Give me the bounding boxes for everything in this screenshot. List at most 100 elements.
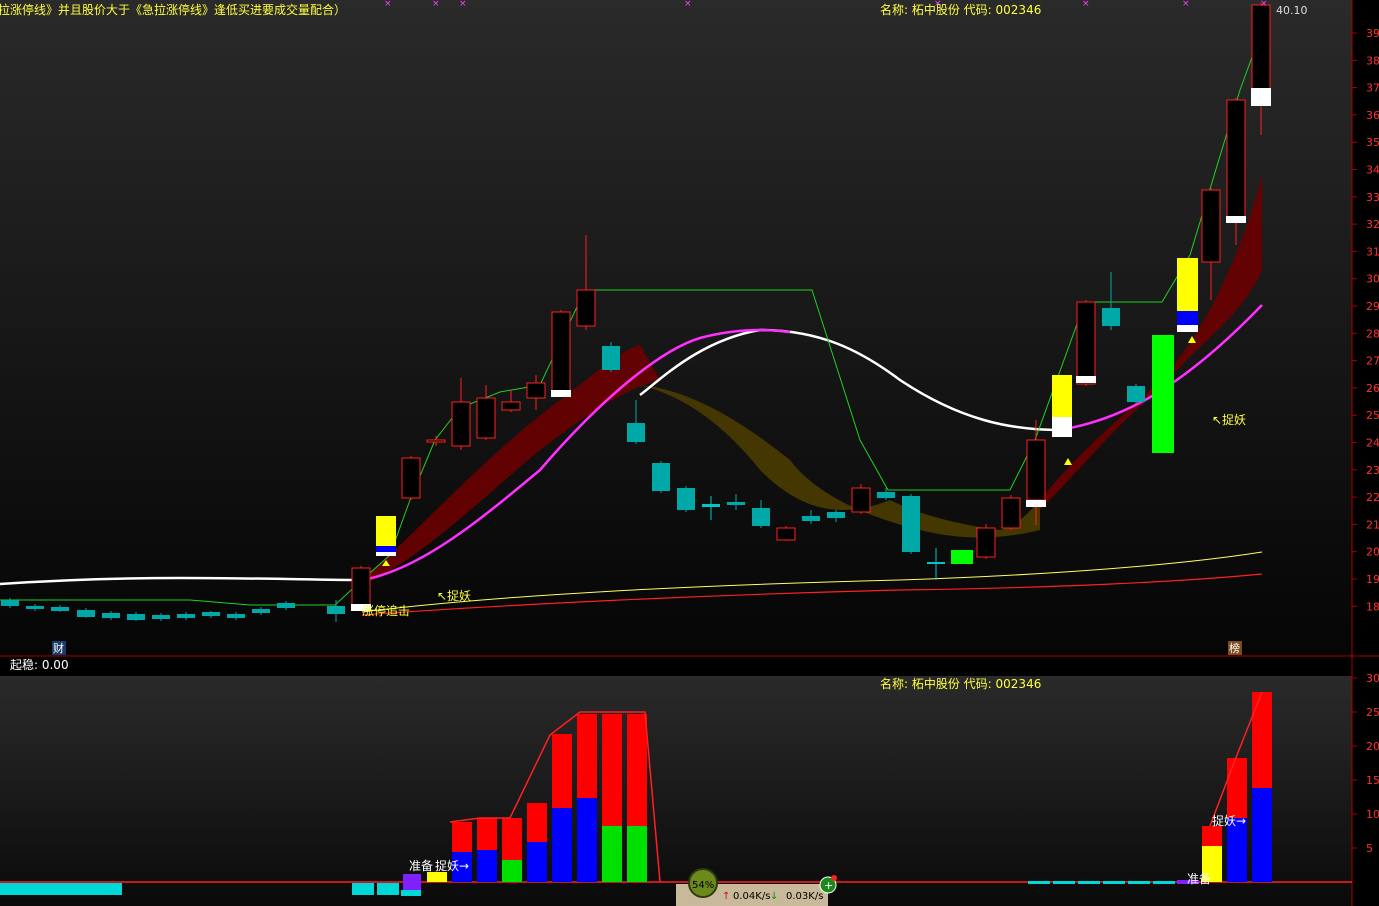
indicator-bar: [100, 883, 122, 895]
indicator-bar: [1028, 881, 1050, 884]
candle-body: [77, 610, 95, 617]
candle-body: [1226, 99, 1246, 223]
axis-tick-label: 32: [1366, 218, 1379, 231]
up-candle: [776, 526, 796, 541]
axis-tick-label: 20: [1366, 740, 1379, 753]
candle-body: [277, 603, 295, 608]
candle-body: [702, 504, 720, 507]
down-candle: [902, 494, 920, 554]
stack-bar-blue: [527, 842, 547, 882]
upload-speed: 0.04K/s: [733, 891, 770, 902]
indicator-bar: [1053, 881, 1075, 884]
candle-body: [976, 527, 996, 558]
candle-body: [351, 567, 371, 610]
axis-tick-label: 18: [1366, 600, 1379, 613]
axis-tick-label: 31: [1366, 245, 1379, 258]
candle-body: [102, 613, 120, 618]
finance-marker[interactable]: 财: [53, 641, 64, 655]
down-candle: [602, 342, 620, 372]
indicator-label: 起稳: 0.00: [10, 657, 69, 672]
axis-tick-label: 33: [1366, 191, 1379, 204]
axis-tick-label: 29: [1366, 300, 1379, 313]
rank-marker[interactable]: 榜: [1229, 641, 1240, 655]
candle-body: [227, 614, 245, 618]
up-candle: [1076, 300, 1096, 386]
candle-body: [202, 612, 220, 616]
candle-body: [401, 457, 421, 499]
candle-body: [752, 508, 770, 526]
annotation-catch-demon-4: 捉妖→: [1212, 813, 1246, 828]
axis-tick-label: 15: [1366, 774, 1379, 787]
up-candle: [851, 484, 871, 514]
upload-arrow-icon: ↑: [722, 891, 730, 902]
up-candle: [1001, 495, 1021, 530]
indicator-bar: [25, 883, 50, 895]
axis-tick-label: 28: [1366, 327, 1379, 340]
candle-body: [1001, 497, 1021, 529]
up-candle: [551, 310, 571, 394]
candle-body: [652, 463, 670, 491]
marker-x-icon: ×: [432, 0, 440, 9]
candle-body: [727, 502, 745, 505]
stock-chart[interactable]: × × × × × × × × 拉涨停线》并且股价大于《急拉涨停线》逢低买进要成…: [0, 0, 1379, 906]
candle-body: [627, 423, 645, 442]
axis-tick-label: 27: [1366, 355, 1379, 368]
download-arrow-icon: ↓: [770, 891, 778, 902]
annotation-prepare-1: 准备: [409, 859, 433, 873]
notify-dot: [831, 875, 837, 881]
axis-tick-label: 39: [1366, 27, 1379, 40]
candle-body: [802, 516, 820, 521]
marker-x-icon: ×: [1082, 0, 1090, 9]
down-candle: [652, 461, 670, 493]
cpu-percent: 54%: [692, 880, 714, 891]
indicator-bar: [0, 883, 25, 895]
candle-body: [827, 512, 845, 518]
stack-bar-green: [627, 826, 647, 882]
candle-body: [26, 606, 44, 609]
formula-title: 拉涨停线》并且股价大于《急拉涨停线》逢低买进要成交量配合）: [0, 2, 346, 17]
candle-body: [776, 527, 796, 541]
candle-body: [1127, 386, 1145, 402]
axis-tick-label: 26: [1366, 382, 1379, 395]
axis-tick-label: 24: [1366, 437, 1379, 450]
candle-body: [677, 488, 695, 510]
indicator-bar: [1078, 881, 1100, 884]
axis-tick-label: 25: [1366, 706, 1379, 719]
candle-body: [877, 492, 895, 498]
stack-bar-green: [602, 826, 622, 882]
candle-body: [177, 614, 195, 618]
axis-tick-label: 19: [1366, 573, 1379, 586]
candle-body: [127, 614, 145, 620]
annotation-limit-up-chase: 涨停追击: [362, 603, 410, 618]
up-candle: [976, 524, 996, 559]
add-plus-glyph: +: [824, 879, 833, 892]
stack-bar-blue: [1252, 788, 1272, 882]
candle-body: [551, 311, 571, 393]
annotation-catch-demon-2: ↖捉妖: [1212, 412, 1246, 427]
annotation-prepare-2: 准备: [1187, 872, 1211, 886]
indicator-bar: [1128, 881, 1150, 884]
marker-x-icon: ×: [459, 0, 467, 9]
candle-body: [1026, 439, 1046, 501]
candle-body: [51, 607, 69, 611]
candle-body: [252, 609, 270, 613]
indicator-bar: [403, 874, 421, 890]
candle-body: [476, 397, 496, 439]
close-marker: [1076, 376, 1096, 383]
marker-x-icon: ×: [384, 0, 392, 9]
indicator-bar: [1153, 881, 1175, 884]
candle-body: [152, 615, 170, 619]
axis-tick-label: 35: [1366, 136, 1379, 149]
up-candle: [401, 456, 421, 500]
stack-bar-green: [502, 860, 522, 882]
candle-body: [327, 606, 345, 614]
stock-info-sub: 名称: 柘中股份 代码: 002346: [880, 676, 1041, 691]
close-marker: [1226, 216, 1246, 223]
indicator-bar: [50, 883, 75, 895]
axis-tick-label: 10: [1366, 808, 1379, 821]
candle-body: [526, 382, 546, 399]
candle-body: [1076, 301, 1096, 385]
close-marker: [1026, 500, 1046, 507]
sub-panel-background: [0, 676, 1352, 906]
candle-body: [576, 289, 596, 327]
